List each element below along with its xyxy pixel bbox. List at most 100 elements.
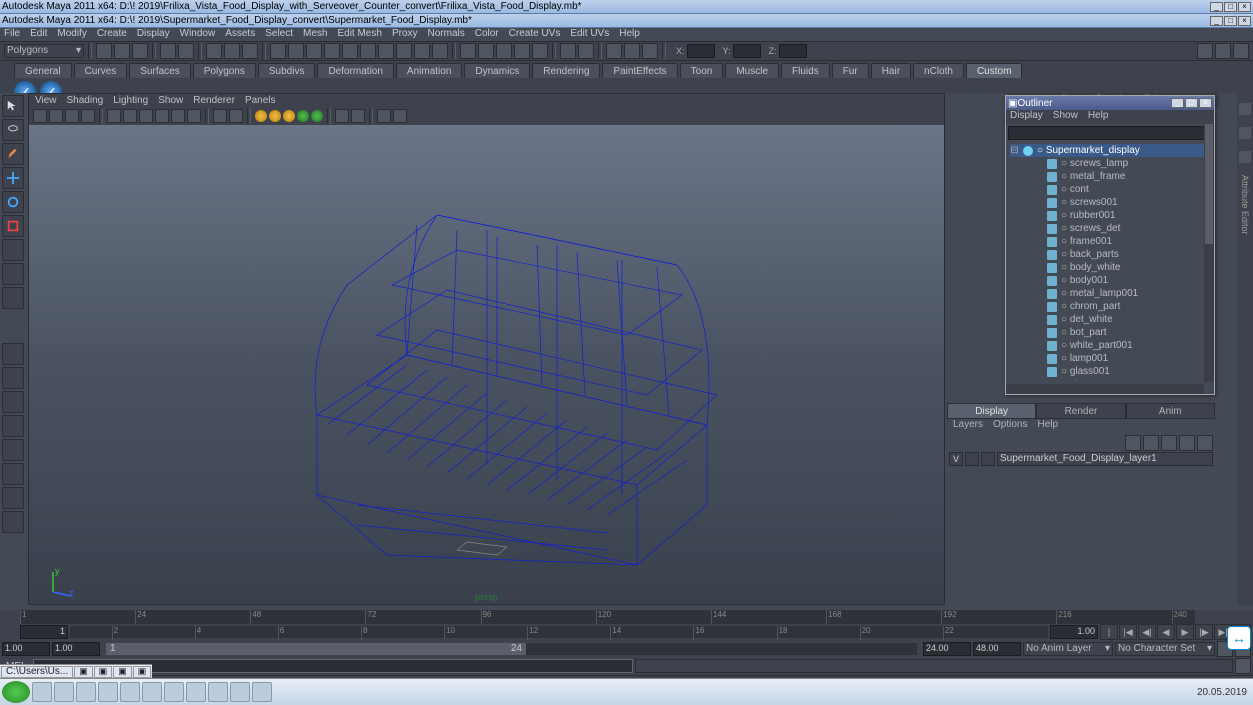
range-start-inner[interactable]: 1.00 xyxy=(52,642,100,656)
frame-field[interactable]: 1 xyxy=(20,625,68,639)
menu-window[interactable]: Window xyxy=(180,28,216,41)
shelf-tab-custom[interactable]: Custom xyxy=(966,63,1022,78)
shelf-tab-curves[interactable]: Curves xyxy=(74,63,128,78)
close-icon[interactable]: × xyxy=(1199,98,1212,108)
select-obj-icon[interactable] xyxy=(224,43,240,59)
vp-menu-lighting[interactable]: Lighting xyxy=(113,95,148,106)
mask-icon[interactable] xyxy=(306,43,322,59)
attribute-editor-tab[interactable]: Attribute Editor xyxy=(1240,175,1250,235)
lasso-tool-icon[interactable] xyxy=(2,119,24,141)
taskbar-tab[interactable]: C:\Users\Us... xyxy=(1,666,73,678)
vp-icon[interactable] xyxy=(335,109,349,123)
history-icon[interactable] xyxy=(578,43,594,59)
menu-modify[interactable]: Modify xyxy=(57,28,86,41)
outliner-item[interactable]: ○ screws_lamp xyxy=(1010,157,1210,170)
vp-icon[interactable] xyxy=(187,109,201,123)
maximize-icon[interactable]: □ xyxy=(1224,16,1237,26)
rotate-tool-icon[interactable] xyxy=(2,191,24,213)
new-scene-icon[interactable] xyxy=(96,43,112,59)
save-scene-icon[interactable] xyxy=(132,43,148,59)
paint-tool-icon[interactable] xyxy=(2,143,24,165)
range-end-outer[interactable]: 48.00 xyxy=(973,642,1021,656)
taskbar-app-icon[interactable] xyxy=(142,682,162,702)
move-tool-icon[interactable] xyxy=(2,167,24,189)
menu-display[interactable]: Display xyxy=(137,28,170,41)
z-input[interactable] xyxy=(779,44,807,58)
taskbar-app-icon[interactable] xyxy=(164,682,184,702)
anim-layer-combo[interactable]: No Anim Layer xyxy=(1023,642,1113,656)
last-tool-icon[interactable] xyxy=(2,287,24,309)
layout-four-icon[interactable] xyxy=(2,367,24,389)
shelf-tab-animation[interactable]: Animation xyxy=(396,63,462,78)
layer-icon[interactable] xyxy=(1125,435,1141,451)
light-icon[interactable] xyxy=(269,110,281,122)
outliner-menu-help[interactable]: Help xyxy=(1088,110,1109,124)
rewind-icon[interactable]: |◀◀ xyxy=(1100,624,1118,640)
vp-icon[interactable] xyxy=(49,109,63,123)
menu-help[interactable]: Help xyxy=(619,28,640,41)
outliner-item[interactable]: ⊟○ Supermarket_display xyxy=(1010,144,1210,157)
shelf-tab-fur[interactable]: Fur xyxy=(832,63,869,78)
shelf-tab-hair[interactable]: Hair xyxy=(871,63,911,78)
layer-menu-layers[interactable]: Layers xyxy=(953,419,983,433)
light-icon[interactable] xyxy=(283,110,295,122)
mode-selector[interactable]: Polygons xyxy=(4,44,84,58)
taskbar-app-icon[interactable] xyxy=(98,682,118,702)
taskbar-tab-icon[interactable]: ▣ xyxy=(113,666,132,678)
time-slider[interactable]: 124487296120144168192216240 1 2468101214… xyxy=(0,610,1253,640)
vp-menu-view[interactable]: View xyxy=(35,95,57,106)
vp-icon[interactable] xyxy=(65,109,79,123)
sidebar-icon[interactable] xyxy=(1239,151,1251,163)
shelf-tab-muscle[interactable]: Muscle xyxy=(725,63,779,78)
snap-plane-icon[interactable] xyxy=(514,43,530,59)
vp-icon[interactable] xyxy=(139,109,153,123)
vp-icon[interactable] xyxy=(155,109,169,123)
maximize-icon[interactable]: □ xyxy=(1224,2,1237,12)
outliner-item[interactable]: ○ metal_lamp001 xyxy=(1010,287,1210,300)
outliner-item[interactable]: ○ cont xyxy=(1010,183,1210,196)
mask-icon[interactable] xyxy=(342,43,358,59)
script-editor-icon[interactable] xyxy=(1235,658,1251,674)
taskbar-app-icon[interactable] xyxy=(120,682,140,702)
close-icon[interactable]: × xyxy=(1238,2,1251,12)
light-icon[interactable] xyxy=(297,110,309,122)
outliner-item[interactable]: ○ lamp001 xyxy=(1010,352,1210,365)
soft-tool-icon[interactable] xyxy=(2,263,24,285)
vp-icon[interactable] xyxy=(107,109,121,123)
outliner-item[interactable]: ○ chrom_part xyxy=(1010,300,1210,313)
taskbar-app-icon[interactable] xyxy=(186,682,206,702)
mask-icon[interactable] xyxy=(360,43,376,59)
play-icon[interactable]: ▶ xyxy=(1176,624,1194,640)
new-layer-icon[interactable] xyxy=(1179,435,1195,451)
play-back-icon[interactable]: ◀ xyxy=(1157,624,1175,640)
menu-color[interactable]: Color xyxy=(475,28,499,41)
mask-icon[interactable] xyxy=(396,43,412,59)
undo-icon[interactable] xyxy=(160,43,176,59)
menu-edituvs[interactable]: Edit UVs xyxy=(570,28,609,41)
outliner-item[interactable]: ○ alump_part xyxy=(1010,378,1210,380)
vp-icon[interactable] xyxy=(377,109,391,123)
layout-single-icon[interactable] xyxy=(2,343,24,365)
vp-icon[interactable] xyxy=(213,109,227,123)
outliner-item[interactable]: ○ body001 xyxy=(1010,274,1210,287)
taskbar-app-icon[interactable] xyxy=(252,682,272,702)
taskbar-tab-icon[interactable]: ▣ xyxy=(74,666,93,678)
render-settings-icon[interactable] xyxy=(642,43,658,59)
menu-edit[interactable]: Edit xyxy=(30,28,47,41)
shelf-tab-polygons[interactable]: Polygons xyxy=(193,63,256,78)
outliner-item[interactable]: ○ body_white xyxy=(1010,261,1210,274)
history-icon[interactable] xyxy=(560,43,576,59)
outliner-item[interactable]: ○ bot_part xyxy=(1010,326,1210,339)
layer-tab-display[interactable]: Display xyxy=(947,403,1036,419)
vp-menu-renderer[interactable]: Renderer xyxy=(193,95,235,106)
shelf-tab-ncloth[interactable]: nCloth xyxy=(913,63,964,78)
menu-assets[interactable]: Assets xyxy=(225,28,255,41)
vp-icon[interactable] xyxy=(351,109,365,123)
snap-curve-icon[interactable] xyxy=(478,43,494,59)
outliner-item[interactable]: ○ screws001 xyxy=(1010,196,1210,209)
layer-icon[interactable] xyxy=(1161,435,1177,451)
select-comp-icon[interactable] xyxy=(242,43,258,59)
vp-icon[interactable] xyxy=(393,109,407,123)
layout-icon[interactable] xyxy=(2,463,24,485)
viewport[interactable]: y z persp xyxy=(29,125,944,604)
